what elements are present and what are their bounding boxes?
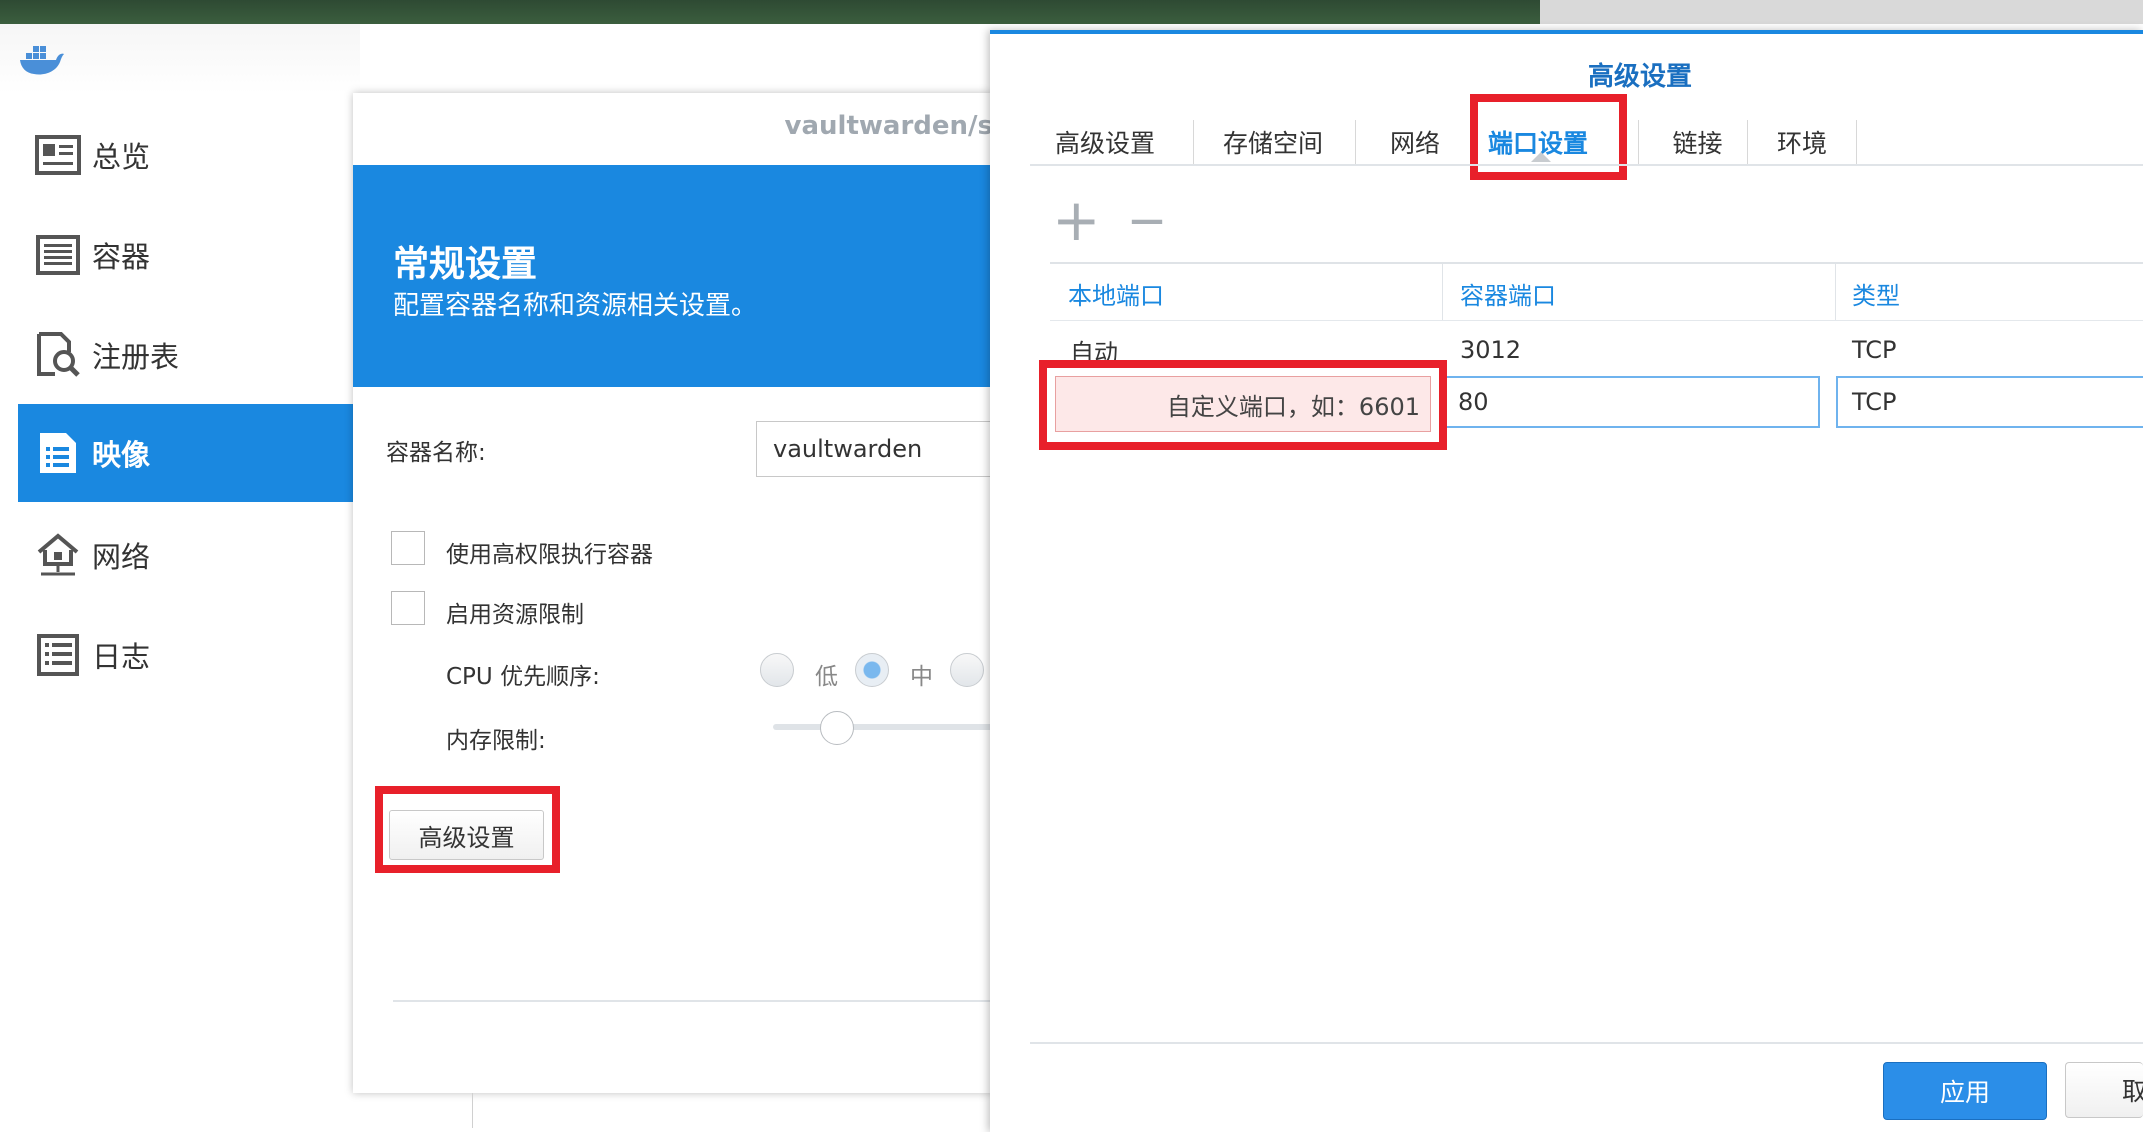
tab-underline: [1030, 164, 2143, 166]
container-name-input[interactable]: vaultwarden: [756, 421, 1016, 477]
tab-separator: [1193, 120, 1194, 166]
header-divider: [1050, 320, 2143, 321]
highlight-local-port: [1039, 360, 1447, 450]
remove-icon[interactable]: —: [1125, 196, 1169, 250]
tab-links[interactable]: 链接: [1650, 106, 1745, 178]
desktop-background: [0, 0, 1540, 24]
add-icon[interactable]: +: [1052, 191, 1101, 250]
overview-icon: [34, 131, 82, 179]
cancel-button[interactable]: 取消: [2065, 1062, 2143, 1118]
resource-limit-label: 启用资源限制: [446, 602, 584, 628]
cpu-priority-low-radio[interactable]: [760, 653, 794, 687]
tab-network[interactable]: 网络: [1365, 106, 1465, 178]
log-icon: [34, 631, 82, 679]
sidebar-item-label: 容器: [92, 240, 151, 274]
sidebar-item-label: 网络: [92, 540, 151, 574]
tab-separator: [1638, 120, 1639, 166]
container-icon: [34, 231, 82, 279]
general-settings-dialog: vaultwarden/s 常规设置 配置容器名称和资源相关设置。 容器名称: …: [353, 93, 1016, 1093]
cpu-mid-label: 中: [910, 664, 933, 690]
docker-logo-icon: [18, 40, 66, 80]
apply-button[interactable]: 应用: [1883, 1062, 2047, 1120]
sidebar-item-network[interactable]: 网络: [18, 506, 358, 604]
memory-limit-label: 内存限制:: [446, 728, 546, 754]
sidebar-item-label: 映像: [92, 438, 151, 472]
tab-advanced[interactable]: 高级设置: [1040, 106, 1170, 178]
dialog-title: vaultwarden/s: [784, 111, 993, 141]
cpu-priority-label: CPU 优先顺序:: [446, 664, 600, 690]
tab-separator: [1355, 120, 1356, 166]
row-type[interactable]: TCP: [1852, 324, 2142, 376]
cpu-priority-high-radio[interactable]: [950, 653, 984, 687]
dialog-title: 高级设置: [1587, 62, 1692, 92]
banner-subtitle: 配置容器名称和资源相关设置。: [393, 291, 758, 321]
column-header-container-port[interactable]: 容器端口: [1460, 266, 1820, 320]
registry-icon: [34, 331, 82, 379]
tab-environment[interactable]: 环境: [1757, 106, 1847, 178]
row-container-port[interactable]: 3012: [1460, 324, 1820, 376]
tab-separator: [1856, 120, 1857, 166]
privileged-label: 使用高权限执行容器: [446, 542, 653, 568]
memory-slider-track[interactable]: [773, 724, 1003, 730]
sidebar-item-log[interactable]: 日志: [18, 606, 358, 704]
privileged-checkbox[interactable]: [391, 531, 425, 565]
banner-title: 常规设置: [393, 244, 538, 285]
background-window: [1540, 0, 2143, 24]
cancel-button-label: 取消: [2122, 1072, 2143, 1108]
divider: [472, 1093, 473, 1128]
highlight-advanced-button: [375, 786, 560, 873]
column-separator: [1442, 264, 1443, 320]
resource-limit-checkbox[interactable]: [391, 591, 425, 625]
footer-divider: [1030, 1042, 2143, 1044]
general-settings-banner: 常规设置 配置容器名称和资源相关设置。: [353, 165, 993, 387]
cpu-low-label: 低: [815, 664, 838, 690]
sidebar-item-overview[interactable]: 总览: [18, 106, 358, 204]
sidebar-item-image[interactable]: 映像: [18, 404, 358, 502]
tab-separator: [1747, 120, 1748, 166]
divider: [393, 1000, 993, 1002]
sidebar-item-label: 总览: [92, 140, 151, 174]
type-select[interactable]: TCP: [1836, 376, 2143, 428]
column-header-type[interactable]: 类型: [1852, 266, 2142, 320]
table-top-border: [1050, 262, 2143, 264]
advanced-settings-dialog: 高级设置 高级设置 存储空间 网络 端口设置 链接 环境 + — 本地端口 容器…: [990, 30, 2143, 1132]
column-header-local-port[interactable]: 本地端口: [1068, 266, 1428, 320]
container-port-input[interactable]: 80: [1442, 376, 1820, 428]
tab-storage[interactable]: 存储空间: [1203, 106, 1343, 178]
sidebar-item-container[interactable]: 容器: [18, 206, 358, 304]
sidebar-item-label: 注册表: [92, 340, 180, 374]
sidebar-item-label: 日志: [92, 640, 151, 674]
cpu-priority-mid-radio[interactable]: [855, 653, 889, 687]
highlight-port-tab: [1470, 94, 1627, 180]
image-icon: [34, 429, 82, 477]
network-icon: [34, 531, 82, 579]
sidebar-item-registry[interactable]: 注册表: [18, 306, 358, 404]
container-name-label: 容器名称:: [386, 440, 486, 466]
column-separator: [1835, 264, 1836, 320]
memory-slider-handle[interactable]: [820, 711, 854, 745]
